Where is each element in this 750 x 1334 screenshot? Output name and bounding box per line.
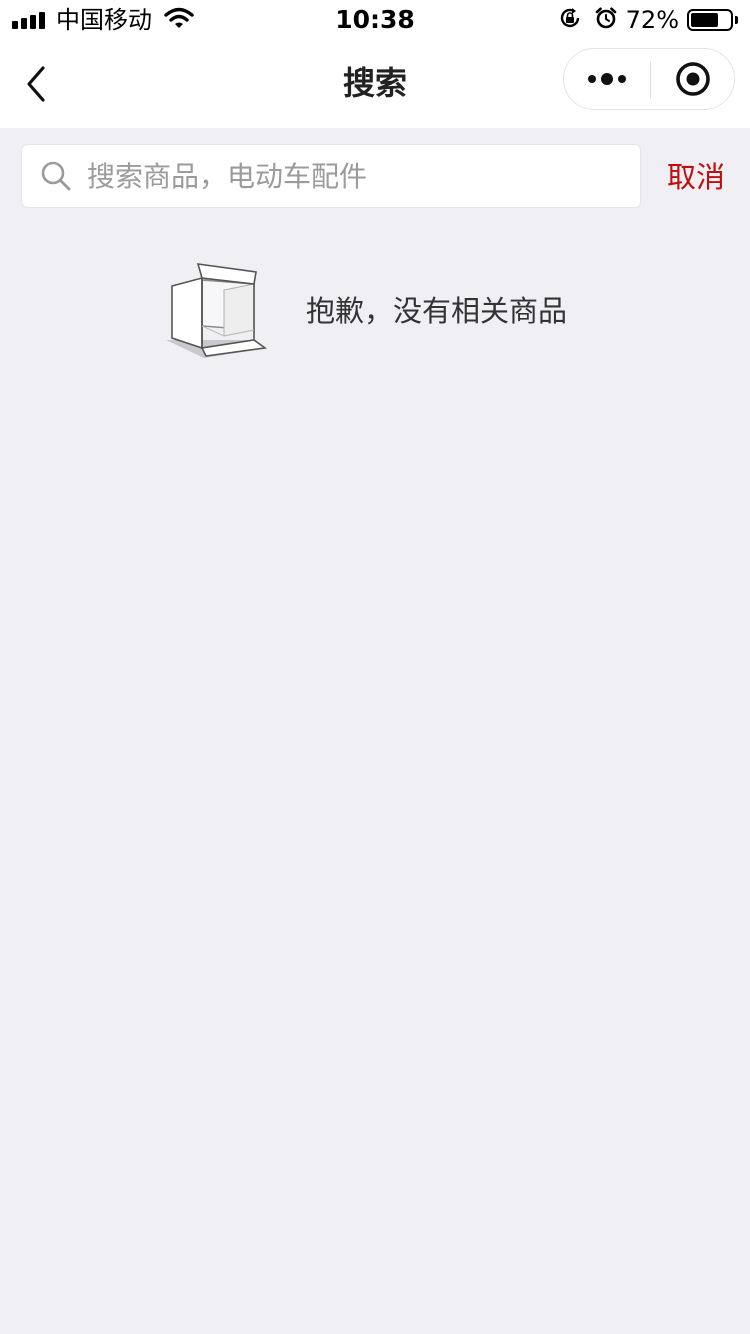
empty-state: 抱歉，没有相关商品 <box>160 258 640 368</box>
search-input[interactable] <box>87 154 628 198</box>
alarm-icon <box>594 6 618 34</box>
battery-tip <box>735 16 738 24</box>
search-box[interactable] <box>21 144 641 208</box>
more-button[interactable] <box>564 49 650 109</box>
status-right: 72% <box>558 6 738 34</box>
empty-box-icon <box>166 263 268 358</box>
capsule-menu <box>563 48 735 110</box>
more-dots-icon <box>588 73 626 85</box>
battery-level-fill <box>691 13 718 27</box>
cancel-button[interactable]: 取消 <box>667 158 725 196</box>
close-miniprogram-button[interactable] <box>651 49 735 109</box>
search-icon <box>39 159 73 193</box>
empty-message: 抱歉，没有相关商品 <box>306 294 568 328</box>
orientation-lock-icon <box>558 6 582 34</box>
close-target-icon <box>676 62 710 96</box>
status-bar: 中国移动 10:38 72% <box>0 0 750 40</box>
nav-bar: 搜索 <box>0 40 750 128</box>
battery-percent: 72% <box>625 6 679 34</box>
search-area: 取消 <box>0 128 750 224</box>
battery-icon <box>687 9 733 31</box>
